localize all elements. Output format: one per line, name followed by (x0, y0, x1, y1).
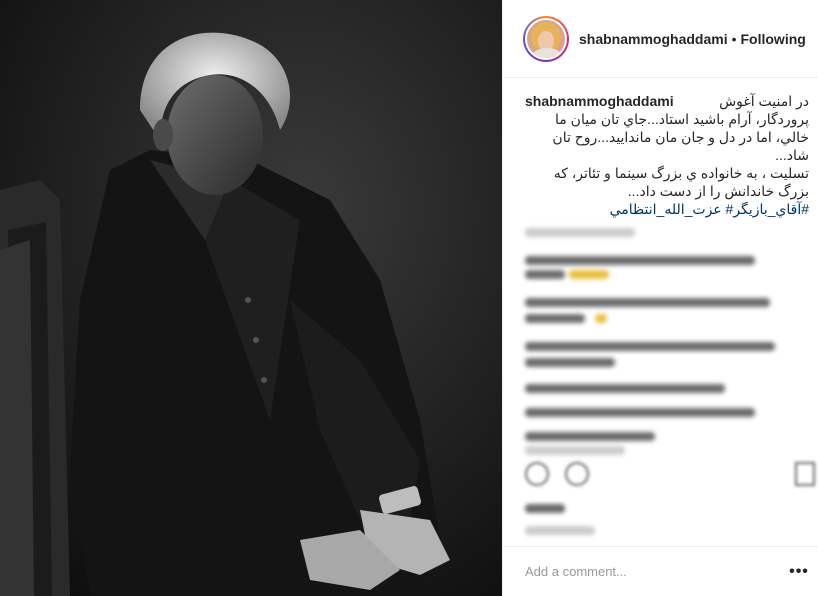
instagram-post-view: shabnammoghaddami • Following shabnammog… (0, 0, 818, 596)
caption-line: خالي، اما در دل و جان مان مانداييد...روح… (552, 129, 809, 145)
comment-input[interactable]: Add a comment... (525, 564, 779, 579)
following-button[interactable]: Following (741, 31, 806, 47)
caption-line: تسليت ، به خانواده ي بزرگ سينما و تئاتر،… (553, 165, 809, 181)
caption-line: پروردگار، آرام باشيد استاد...جاي تان ميا… (555, 111, 809, 127)
heart-icon[interactable] (525, 462, 549, 486)
separator-dot: • (731, 30, 737, 47)
caption-line: بزرگ خاندانش را از دست داد... (627, 183, 809, 199)
comment-icon[interactable] (565, 462, 589, 486)
username-link[interactable]: shabnammoghaddami (579, 31, 728, 47)
post-details-panel: shabnammoghaddami • Following shabnammog… (502, 0, 818, 596)
comments-list-blurred (525, 224, 805, 455)
avatar-image (525, 17, 567, 60)
portrait-photo (0, 0, 502, 596)
more-options-icon[interactable]: ••• (779, 563, 818, 581)
caption-hashtags[interactable]: #آقاي_بازيگر# عزت_الله_انتظامي (525, 200, 809, 218)
post-stats-blurred (525, 500, 725, 540)
post-caption: shabnammoghaddami در امنيت آغوش پروردگار… (525, 92, 809, 218)
bookmark-icon[interactable] (795, 462, 815, 486)
caption-username[interactable]: shabnammoghaddami (525, 93, 674, 109)
comment-composer: Add a comment... ••• (503, 546, 818, 596)
post-header: shabnammoghaddami • Following (503, 0, 818, 78)
avatar[interactable] (523, 15, 569, 62)
post-image[interactable] (0, 0, 502, 596)
post-actions (525, 462, 815, 490)
caption-line: شاد... (775, 147, 809, 163)
